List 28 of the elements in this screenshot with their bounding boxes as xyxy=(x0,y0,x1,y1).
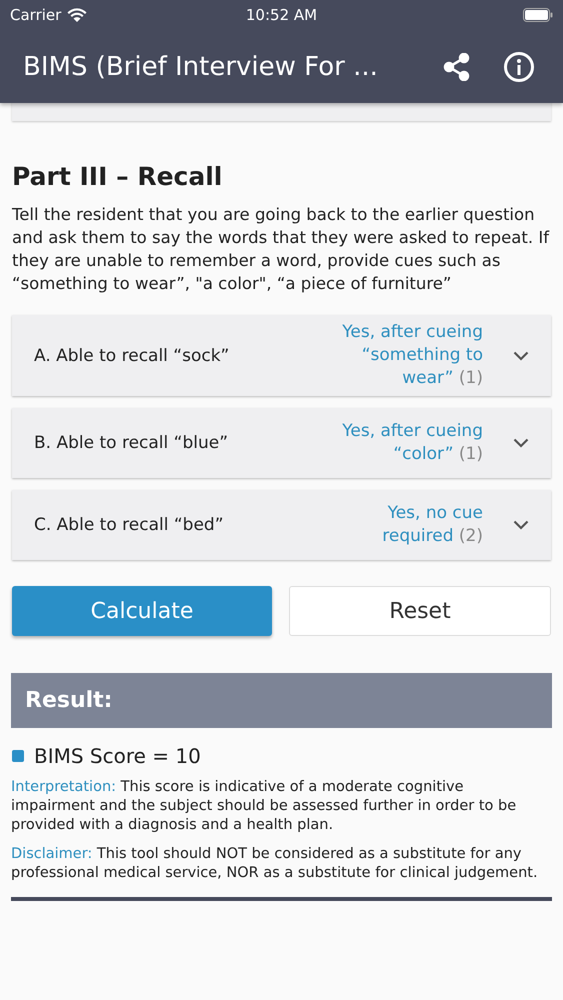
chevron-down-icon xyxy=(513,520,529,530)
note-text: Interpretation: This score is indicative of a moderate cognitive impairment and the subject should be assessed further in order to be provided with a diagnosis and a health plan. xyxy=(11,778,518,835)
carrier-label: Carrier xyxy=(10,6,62,24)
question-label: C. Able to recall “bed” xyxy=(34,515,224,535)
note-text: Disclaimer: This tool should NOT be considered as a substitute for any professional medical service, NOR as a substitute for clinical judgement. xyxy=(11,845,539,883)
share-icon[interactable] xyxy=(443,52,471,80)
section-title: Part III – Recall xyxy=(12,161,224,193)
question-label: A. Able to recall “sock” xyxy=(34,346,230,366)
calculate-button[interactable]: Calculate xyxy=(12,586,272,636)
selected-answer: Yes, after cueing “something to wear” (1) xyxy=(341,321,483,390)
question-dropdown[interactable]: B. Able to recall “blue” Yes, after cueing “color” (1) xyxy=(12,408,551,478)
question-dropdown[interactable]: A. Able to recall “sock” Yes, after cueing “something to wear” (1) xyxy=(12,315,551,396)
reset-button[interactable]: Reset xyxy=(289,586,551,636)
question-label: B. Able to recall “blue” xyxy=(34,433,229,453)
result-title: Result: xyxy=(25,688,112,713)
chevron-down-icon xyxy=(513,350,529,360)
bullet-icon xyxy=(12,750,24,762)
selected-answer: Yes, no cue required (2) xyxy=(381,502,483,548)
clock: 10:52 AM xyxy=(244,6,318,24)
screen-title: BIMS (Brief Interview For ... xyxy=(23,52,379,82)
wifi-icon xyxy=(67,8,88,22)
chevron-down-icon xyxy=(513,438,529,448)
selected-answer: Yes, after cueing “color” (1) xyxy=(341,420,483,466)
score-text: BIMS Score = 10 xyxy=(34,744,201,768)
battery-icon xyxy=(523,8,553,22)
info-icon[interactable] xyxy=(503,50,535,82)
question-dropdown[interactable]: C. Able to recall “bed” Yes, no cue required (2) xyxy=(12,490,551,560)
instructions-text: Tell the resident that you are going back to the earlier question and ask them to say the words that they were asked to repeat. If they are unable to remember a word, provide cues such as “something to wear”, "a color", “a piece of furniture” xyxy=(12,204,550,295)
